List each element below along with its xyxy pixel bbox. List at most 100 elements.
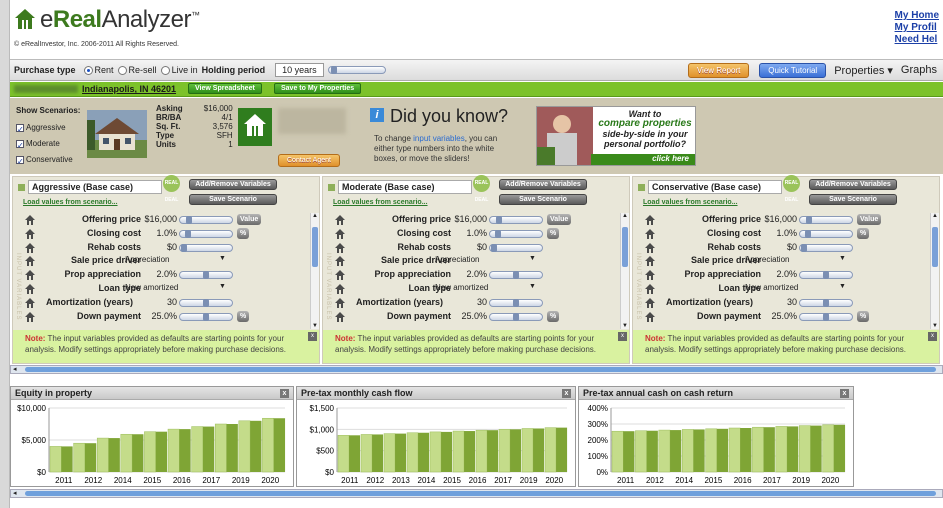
percent-button[interactable]: % xyxy=(547,310,560,322)
close-icon[interactable]: x xyxy=(562,389,571,398)
holding-period-input[interactable]: 10 years xyxy=(275,63,324,77)
aggressive-checkbox[interactable]: Aggressive xyxy=(16,120,73,138)
variable-value-input[interactable]: 1.0% xyxy=(449,228,487,238)
need-help-link[interactable]: Need Hel xyxy=(895,34,939,46)
variable-slider[interactable] xyxy=(489,312,543,321)
variable-slider[interactable] xyxy=(489,271,543,280)
variable-value-input[interactable]: 1.0% xyxy=(139,228,177,238)
scenarios-horizontal-scrollbar[interactable]: ◂ xyxy=(10,365,943,374)
rent-radio[interactable] xyxy=(83,65,93,75)
save-scenario-button[interactable]: Save Scenario xyxy=(499,194,587,205)
value-button[interactable]: Value xyxy=(237,214,262,225)
variable-slider[interactable] xyxy=(799,298,853,307)
variable-value-input[interactable]: 30 xyxy=(139,297,177,307)
property-address[interactable]: Indianapolis, IN 46201 xyxy=(82,84,176,94)
percent-button[interactable]: % xyxy=(237,310,250,322)
save-scenario-button[interactable]: Save Scenario xyxy=(189,194,277,205)
variable-slider[interactable] xyxy=(799,216,853,224)
variables-scrollbar[interactable]: ▲ ▼ xyxy=(620,213,629,329)
app-logo[interactable]: eRealAnalyzer™ xyxy=(40,6,200,34)
value-button[interactable]: Value xyxy=(547,214,572,225)
value-button[interactable]: Value xyxy=(857,214,882,225)
holding-period-slider[interactable] xyxy=(327,66,386,74)
variable-value-input[interactable]: $16,000 xyxy=(759,214,797,224)
chevron-down-icon[interactable]: ▼ xyxy=(529,283,536,290)
variable-dropdown[interactable]: New amortized xyxy=(745,283,835,292)
add-remove-variables-button[interactable]: Add/Remove Variables xyxy=(809,179,897,190)
resell-radio[interactable] xyxy=(117,65,127,75)
load-values-link[interactable]: Load values from scenario... xyxy=(333,199,428,206)
percent-button[interactable]: % xyxy=(237,227,250,239)
quick-tutorial-button[interactable]: Quick Tutorial xyxy=(759,62,827,78)
variable-slider[interactable] xyxy=(489,229,543,238)
variable-value-input[interactable]: $0 xyxy=(139,242,177,252)
contact-agent-button[interactable]: Contact Agent xyxy=(278,154,340,167)
variable-dropdown[interactable]: New amortized xyxy=(435,283,525,292)
variable-slider[interactable] xyxy=(799,229,853,238)
variable-value-input[interactable]: 25.0% xyxy=(759,311,797,321)
livein-radio[interactable] xyxy=(160,65,170,75)
my-home-link[interactable]: My Home xyxy=(895,10,939,22)
moderate-checkbox[interactable]: Moderate xyxy=(16,136,73,154)
variable-value-input[interactable]: 1.0% xyxy=(759,228,797,238)
compare-properties-promo[interactable]: Want to compare properties side-by-side … xyxy=(536,106,696,166)
variable-value-input[interactable]: 30 xyxy=(449,297,487,307)
scenario-name-input[interactable]: Aggressive (Base case) xyxy=(28,180,162,194)
promo-click-here[interactable]: click here xyxy=(591,154,695,165)
save-to-my-properties-button[interactable]: Save to My Properties xyxy=(274,83,362,94)
chevron-down-icon[interactable]: ▼ xyxy=(839,283,846,290)
conservative-checkbox[interactable]: Conservative xyxy=(16,152,73,170)
close-icon[interactable]: x xyxy=(618,332,627,341)
property-photo[interactable] xyxy=(87,110,147,158)
charts-horizontal-scrollbar[interactable]: ◂ xyxy=(10,489,943,498)
close-icon[interactable]: x xyxy=(928,332,937,341)
close-icon[interactable]: x xyxy=(840,389,849,398)
variable-value-input[interactable]: 25.0% xyxy=(449,311,487,321)
variables-scrollbar[interactable]: ▲ ▼ xyxy=(930,213,939,329)
variable-dropdown[interactable]: Appreciation xyxy=(435,255,525,264)
save-scenario-button[interactable]: Save Scenario xyxy=(809,194,897,205)
variable-slider[interactable] xyxy=(489,216,543,224)
view-spreadsheet-button[interactable]: View Spreadsheet xyxy=(188,83,262,94)
variable-slider[interactable] xyxy=(799,243,853,252)
variable-slider[interactable] xyxy=(179,271,233,280)
variable-value-input[interactable]: $0 xyxy=(449,242,487,252)
add-remove-variables-button[interactable]: Add/Remove Variables xyxy=(189,179,277,190)
scenario-name-input[interactable]: Conservative (Base case) xyxy=(648,180,782,194)
close-icon[interactable]: x xyxy=(308,332,317,341)
chevron-down-icon[interactable]: ▼ xyxy=(219,255,226,262)
variable-value-input[interactable]: $16,000 xyxy=(449,214,487,224)
variable-slider[interactable] xyxy=(179,312,233,321)
variable-value-input[interactable]: 2.0% xyxy=(449,269,487,279)
variable-slider[interactable] xyxy=(179,229,233,238)
variable-slider[interactable] xyxy=(489,298,543,307)
properties-menu[interactable]: Properties ▾ xyxy=(834,64,893,77)
variable-value-input[interactable]: 2.0% xyxy=(759,269,797,279)
variable-dropdown[interactable]: Appreciation xyxy=(125,255,215,264)
graphs-menu[interactable]: Graphs xyxy=(901,64,937,76)
scenario-name-input[interactable]: Moderate (Base case) xyxy=(338,180,472,194)
variable-slider[interactable] xyxy=(799,271,853,280)
load-values-link[interactable]: Load values from scenario... xyxy=(23,199,118,206)
percent-button[interactable]: % xyxy=(857,310,870,322)
variable-value-input[interactable]: 25.0% xyxy=(139,311,177,321)
percent-button[interactable]: % xyxy=(857,227,870,239)
variable-dropdown[interactable]: New amortized xyxy=(125,283,215,292)
percent-button[interactable]: % xyxy=(547,227,560,239)
chevron-down-icon[interactable]: ▼ xyxy=(529,255,536,262)
view-report-button[interactable]: View Report xyxy=(687,62,750,78)
variable-value-input[interactable]: $0 xyxy=(759,242,797,252)
variable-slider[interactable] xyxy=(489,243,543,252)
variable-slider[interactable] xyxy=(179,243,233,252)
variable-dropdown[interactable]: Appreciation xyxy=(745,255,835,264)
chevron-down-icon[interactable]: ▼ xyxy=(219,283,226,290)
variable-slider[interactable] xyxy=(799,312,853,321)
variable-slider[interactable] xyxy=(179,216,233,224)
add-remove-variables-button[interactable]: Add/Remove Variables xyxy=(499,179,587,190)
variables-scrollbar[interactable]: ▲ ▼ xyxy=(310,213,319,329)
chevron-down-icon[interactable]: ▼ xyxy=(839,255,846,262)
variable-value-input[interactable]: $16,000 xyxy=(139,214,177,224)
my-profile-link[interactable]: My Profil xyxy=(895,22,939,34)
variable-value-input[interactable]: 30 xyxy=(759,297,797,307)
variable-value-input[interactable]: 2.0% xyxy=(139,269,177,279)
